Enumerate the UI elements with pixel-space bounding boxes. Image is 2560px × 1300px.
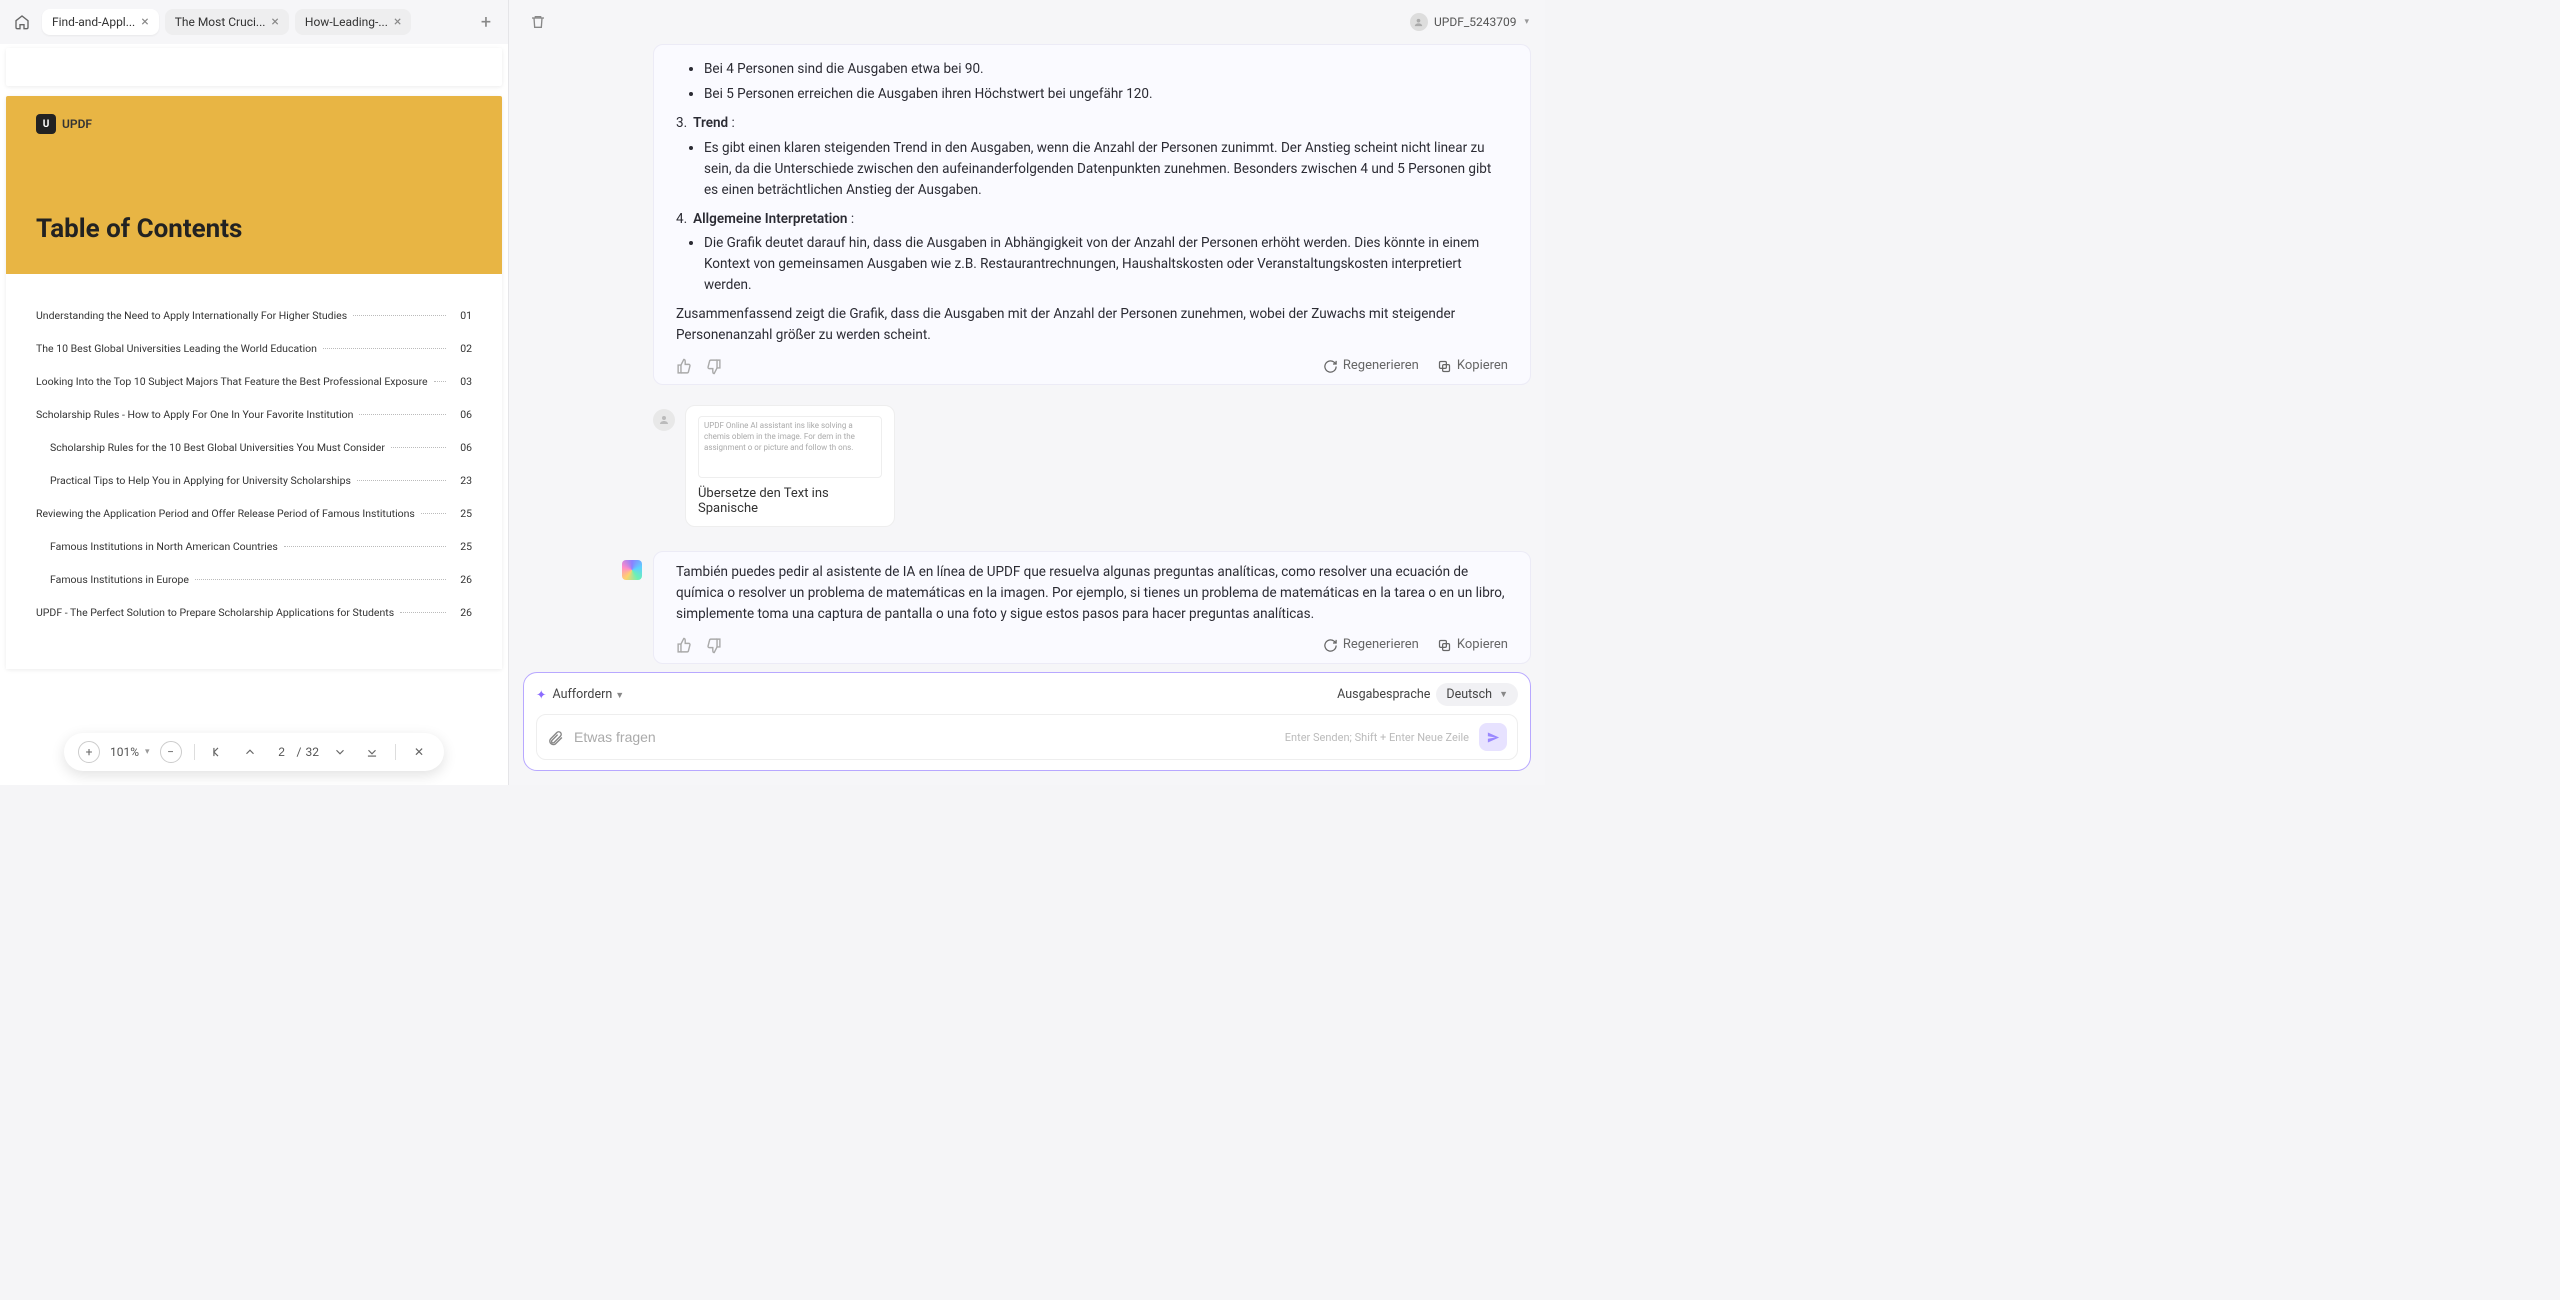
sparkle-icon: ✦ (536, 687, 546, 703)
chat-scroll[interactable]: Bei 4 Personen sind die Ausgaben etwa be… (509, 44, 1545, 672)
page-2: U UPDF Table of Contents Understanding t… (6, 96, 502, 669)
page-indicator: / 32 (271, 745, 319, 759)
brand-logo: U UPDF (36, 114, 472, 134)
thumbs-down-icon[interactable] (705, 637, 722, 654)
chat-header: UPDF_5243709 ▾ (509, 0, 1545, 44)
toc-item[interactable]: Looking Into the Top 10 Subject Majors T… (36, 365, 472, 398)
close-toolbar-button[interactable]: ✕ (408, 741, 430, 763)
thumbs-up-icon[interactable] (676, 637, 693, 654)
logo-icon: U (36, 114, 56, 134)
zoom-out-button[interactable]: − (160, 741, 182, 763)
toc-header: U UPDF Table of Contents (6, 96, 502, 274)
add-tab-button[interactable]: + (472, 8, 500, 36)
ai-message: Bei 4 Personen sind die Ausgaben etwa be… (653, 44, 1531, 385)
view-toolbar: + 101%▾ − / 32 ✕ (64, 733, 444, 771)
attach-icon[interactable] (547, 729, 564, 746)
regenerate-button[interactable]: Regenerieren (1323, 635, 1419, 655)
user-message: UPDF Online AI assistant ins like solvin… (653, 405, 1531, 527)
close-icon[interactable]: × (271, 15, 278, 29)
tabbar: Find-and-Appl... × The Most Cruci... × H… (0, 0, 508, 44)
tab-2[interactable]: How-Leading-... × (295, 9, 411, 35)
toc-subitem[interactable]: Famous Institutions in Europe26 (36, 563, 472, 596)
input-hint: Enter Senden; Shift + Enter Neue Zeile (1285, 731, 1469, 744)
page-input[interactable] (271, 745, 293, 759)
trash-icon[interactable] (525, 9, 551, 35)
chevron-down-icon: ▼ (1499, 689, 1508, 700)
toc-title: Table of Contents (36, 214, 472, 244)
chevron-down-icon: ▾ (145, 747, 150, 757)
output-language-label: Ausgabesprache (1337, 687, 1430, 702)
close-icon[interactable]: × (141, 15, 148, 29)
first-page-button[interactable] (207, 741, 229, 763)
toc-subitem[interactable]: Famous Institutions in North American Co… (36, 530, 472, 563)
user-menu[interactable]: UPDF_5243709 ▾ (1410, 13, 1529, 31)
toc-item[interactable]: Scholarship Rules - How to Apply For One… (36, 398, 472, 431)
summary-text: Zusammenfassend zeigt die Grafik, dass d… (676, 304, 1508, 346)
toc-item[interactable]: Understanding the Need to Apply Internat… (36, 299, 472, 332)
attached-image-text: UPDF Online AI assistant ins like solvin… (698, 416, 882, 478)
toc-subitem[interactable]: Practical Tips to Help You in Applying f… (36, 464, 472, 497)
bullet: Es gibt einen klaren steigenden Trend in… (704, 138, 1508, 201)
last-page-button[interactable] (361, 741, 383, 763)
document-viewport[interactable]: U UPDF Table of Contents Understanding t… (0, 44, 508, 785)
bullet: Bei 5 Personen erreichen die Ausgaben ih… (704, 84, 1508, 105)
mode-selector[interactable]: Auffordern▼ (552, 687, 624, 702)
thumbs-down-icon[interactable] (705, 358, 722, 375)
tab-label: The Most Cruci... (175, 15, 266, 29)
user-prompt-text: Übersetze den Text ins Spanische (698, 486, 882, 516)
brand-label: UPDF (62, 117, 92, 131)
copy-button[interactable]: Kopieren (1437, 635, 1508, 655)
chevron-down-icon: ▾ (1524, 17, 1529, 27)
regenerate-button[interactable]: Regenerieren (1323, 356, 1419, 376)
bullet: Die Grafik deutet darauf hin, dass die A… (704, 233, 1508, 296)
tab-label: How-Leading-... (305, 15, 388, 29)
prev-page-button[interactable] (239, 741, 261, 763)
page-1-tail (6, 48, 502, 86)
copy-button[interactable]: Kopieren (1437, 356, 1508, 376)
user-avatar-icon (653, 409, 675, 431)
next-page-button[interactable] (329, 741, 351, 763)
ai-text: También puedes pedir al asistente de IA … (676, 562, 1508, 625)
tab-1[interactable]: The Most Cruci... × (165, 9, 289, 35)
close-icon[interactable]: × (394, 15, 401, 29)
toc-item[interactable]: Reviewing the Application Period and Off… (36, 497, 472, 530)
chevron-down-icon: ▼ (615, 691, 624, 701)
send-button[interactable] (1479, 723, 1507, 751)
avatar-icon (1410, 13, 1428, 31)
ai-message: También puedes pedir al asistente de IA … (653, 551, 1531, 664)
ai-avatar-icon (622, 560, 642, 580)
thumbs-up-icon[interactable] (676, 358, 693, 375)
chat-input[interactable] (574, 729, 1275, 745)
toc-item[interactable]: The 10 Best Global Universities Leading … (36, 332, 472, 365)
home-button[interactable] (8, 8, 36, 36)
user-label: UPDF_5243709 (1434, 15, 1516, 29)
bullet: Bei 4 Personen sind die Ausgaben etwa be… (704, 59, 1508, 80)
toc-subitem[interactable]: Scholarship Rules for the 10 Best Global… (36, 431, 472, 464)
output-language-selector[interactable]: Deutsch▼ (1436, 683, 1518, 706)
zoom-in-button[interactable]: + (78, 741, 100, 763)
tab-0[interactable]: Find-and-Appl... × (42, 9, 159, 35)
tab-label: Find-and-Appl... (52, 15, 135, 29)
composer: ✦ Auffordern▼ Ausgabesprache Deutsch▼ En… (523, 672, 1531, 771)
toc-list: Understanding the Need to Apply Internat… (6, 274, 502, 669)
user-bubble: UPDF Online AI assistant ins like solvin… (685, 405, 895, 527)
toc-item[interactable]: UPDF - The Perfect Solution to Prepare S… (36, 596, 472, 629)
zoom-level[interactable]: 101%▾ (110, 745, 150, 759)
